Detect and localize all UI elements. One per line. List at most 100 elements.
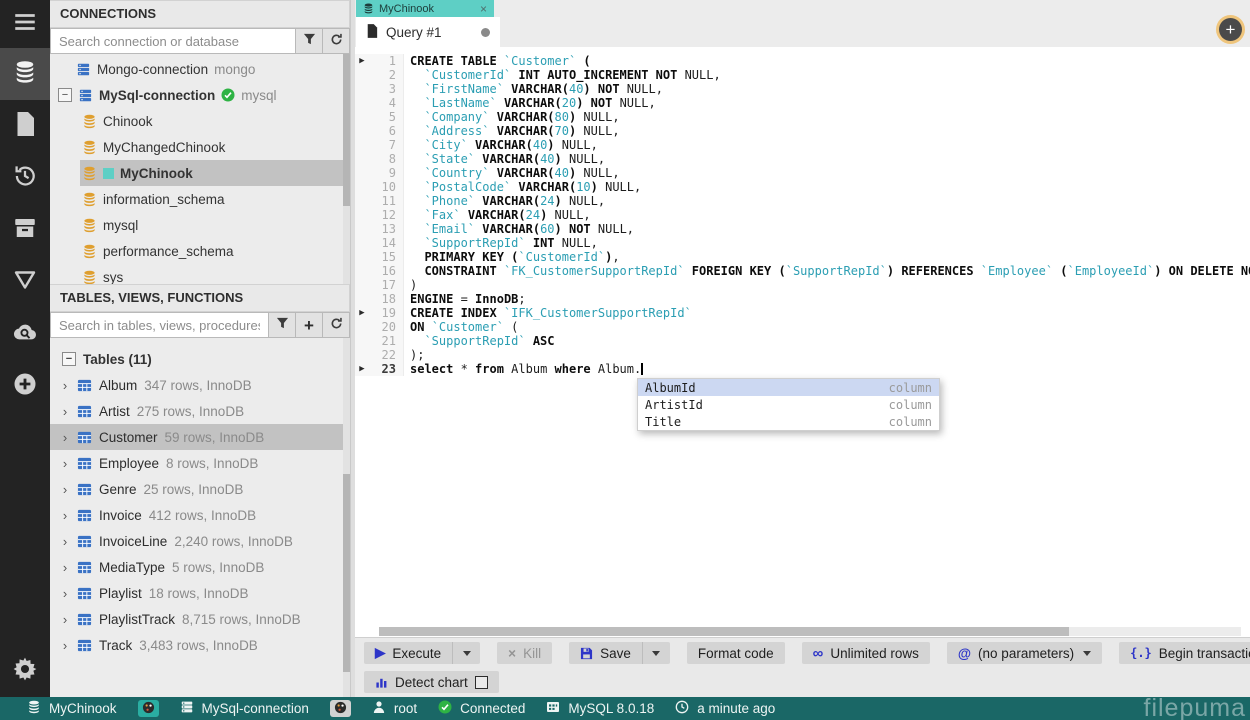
scrollbar-thumb[interactable] — [343, 54, 350, 206]
detect-chart-checkbox[interactable] — [474, 675, 488, 689]
chevron-right-icon[interactable]: › — [60, 508, 70, 523]
connection-item[interactable]: mysql — [80, 212, 350, 238]
rail-item-archive[interactable] — [0, 204, 50, 256]
close-icon[interactable]: × — [480, 3, 487, 15]
chevron-right-icon[interactable]: › — [60, 612, 70, 627]
run-line-icon[interactable]: ▶ — [355, 306, 369, 320]
code-line[interactable]: 17) — [355, 278, 1250, 292]
settings-button[interactable] — [0, 645, 50, 697]
tables-search-input[interactable] — [50, 312, 268, 338]
status-database[interactable]: MyChinook — [27, 700, 117, 717]
rail-item-files[interactable] — [0, 100, 50, 152]
code-line[interactable]: 8 `State` VARCHAR(40) NULL, — [355, 152, 1250, 166]
rail-item-filters[interactable] — [0, 256, 50, 308]
run-line-icon[interactable]: ▶ — [355, 362, 369, 376]
code-line[interactable]: 7 `City` VARCHAR(40) NULL, — [355, 138, 1250, 152]
code-line[interactable]: 12 `Fax` VARCHAR(24) NULL, — [355, 208, 1250, 222]
connection-color-button[interactable] — [329, 700, 351, 717]
tables-filter-button[interactable] — [268, 312, 295, 338]
table-item[interactable]: › InvoiceLine 2,240 rows, InnoDB — [50, 528, 350, 554]
chevron-right-icon[interactable]: › — [60, 482, 70, 497]
database-color-button[interactable] — [137, 700, 159, 717]
code-line[interactable]: ▶ 1 CREATE TABLE `Customer` ( — [355, 54, 1250, 68]
autocomplete-item[interactable]: ArtistId column — [638, 396, 939, 413]
connections-refresh-button[interactable] — [322, 28, 350, 54]
tab-connection[interactable]: MyChinook × — [356, 0, 494, 17]
chevron-right-icon[interactable]: › — [60, 378, 70, 393]
chevron-right-icon[interactable]: › — [60, 534, 70, 549]
code-line[interactable]: 4 `LastName` VARCHAR(20) NOT NULL, — [355, 96, 1250, 110]
parameters-button[interactable]: @ (no parameters) — [946, 642, 1103, 664]
code-line[interactable]: 10 `PostalCode` VARCHAR(10) NULL, — [355, 180, 1250, 194]
connections-scrollbar[interactable] — [343, 54, 350, 284]
tables-refresh-button[interactable] — [322, 312, 350, 338]
detect-chart-button[interactable]: Detect chart — [364, 671, 499, 693]
table-item[interactable]: › Customer 59 rows, InnoDB — [50, 424, 350, 450]
code-line[interactable]: 5 `Company` VARCHAR(80) NULL, — [355, 110, 1250, 124]
tables-add-button[interactable]: + — [295, 312, 322, 338]
status-connection[interactable]: MySql-connection — [180, 700, 309, 717]
sql-editor[interactable]: ▶ 1 CREATE TABLE `Customer` (2 `CustomerId… — [355, 47, 1250, 637]
chevron-right-icon[interactable]: › — [60, 560, 70, 575]
code-line[interactable]: ▶ 19 CREATE INDEX `IFK_CustomerSupportRepI… — [355, 306, 1250, 320]
code-line[interactable]: 14 `SupportRepId` INT NULL, — [355, 236, 1250, 250]
new-tab-button[interactable]: + — [1219, 18, 1242, 41]
table-item[interactable]: › Genre 25 rows, InnoDB — [50, 476, 350, 502]
rail-item-add[interactable] — [0, 360, 50, 412]
code-line[interactable]: 22); — [355, 348, 1250, 362]
table-item[interactable]: › Playlist 18 rows, InnoDB — [50, 580, 350, 606]
connection-item[interactable]: Mongo-connection mongo — [50, 56, 350, 82]
code-line[interactable]: ▶ 23 select * from Album where Album. — [355, 362, 1250, 376]
scrollbar-thumb[interactable] — [343, 474, 350, 672]
tables-group-row[interactable]: − Tables (11) — [50, 346, 350, 372]
chevron-right-icon[interactable]: › — [60, 586, 70, 601]
table-item[interactable]: › PlaylistTrack 8,715 rows, InnoDB — [50, 606, 350, 632]
execute-dropdown-button[interactable] — [452, 642, 481, 664]
collapse-icon[interactable]: − — [58, 88, 72, 102]
unlimited-rows-button[interactable]: ∞ Unlimited rows — [801, 642, 930, 664]
table-item[interactable]: › Track 3,483 rows, InnoDB — [50, 632, 350, 658]
code-line[interactable]: 15 PRIMARY KEY (`CustomerId`), — [355, 250, 1250, 264]
table-item[interactable]: › Album 347 rows, InnoDB — [50, 372, 350, 398]
chevron-right-icon[interactable]: › — [60, 430, 70, 445]
code-line[interactable]: 13 `Email` VARCHAR(60) NOT NULL, — [355, 222, 1250, 236]
save-dropdown-button[interactable] — [641, 642, 670, 664]
begin-transaction-button[interactable]: {.} Begin transaction — [1119, 642, 1250, 664]
code-line[interactable]: 18 ENGINE = InnoDB; — [355, 292, 1250, 306]
connection-item[interactable]: sys — [80, 264, 350, 284]
chevron-right-icon[interactable]: › — [60, 404, 70, 419]
menu-button[interactable] — [0, 0, 50, 48]
chevron-right-icon[interactable]: › — [60, 456, 70, 471]
execute-button[interactable]: ▶ Execute — [364, 642, 453, 664]
autocomplete-item[interactable]: Title column — [638, 413, 939, 430]
code-line[interactable]: 9 `Country` VARCHAR(40) NULL, — [355, 166, 1250, 180]
editor-horizontal-scrollbar[interactable] — [379, 627, 1241, 636]
code-line[interactable]: 6 `Address` VARCHAR(70) NULL, — [355, 124, 1250, 138]
connection-item[interactable]: − MySql-connection mysql — [50, 82, 350, 108]
code-line[interactable]: 3 `FirstName` VARCHAR(40) NOT NULL, — [355, 82, 1250, 96]
rail-item-cloud-search[interactable] — [0, 308, 50, 360]
connection-item[interactable]: performance_schema — [80, 238, 350, 264]
kill-button[interactable]: × Kill — [497, 642, 553, 664]
table-item[interactable]: › Artist 275 rows, InnoDB — [50, 398, 350, 424]
autocomplete-item[interactable]: AlbumId column — [638, 379, 939, 396]
run-line-icon[interactable]: ▶ — [355, 54, 369, 68]
connection-item[interactable]: information_schema — [80, 186, 350, 212]
connection-item[interactable]: MyChinook — [80, 160, 350, 186]
rail-item-database[interactable] — [0, 48, 50, 100]
table-item[interactable]: › Invoice 412 rows, InnoDB — [50, 502, 350, 528]
scrollbar-thumb[interactable] — [379, 627, 1069, 636]
code-line[interactable]: 2 `CustomerId` INT AUTO_INCREMENT NOT NU… — [355, 68, 1250, 82]
table-item[interactable]: › Employee 8 rows, InnoDB — [50, 450, 350, 476]
code-line[interactable]: 16 CONSTRAINT `FK_CustomerSupportRepId` … — [355, 264, 1250, 278]
tables-scrollbar[interactable] — [343, 338, 350, 697]
collapse-icon[interactable]: − — [62, 352, 76, 366]
connections-filter-button[interactable] — [295, 28, 322, 54]
format-code-button[interactable]: Format code — [686, 642, 785, 664]
code-line[interactable]: 20 ON `Customer` ( — [355, 320, 1250, 334]
connection-item[interactable]: MyChangedChinook — [80, 134, 350, 160]
connection-item[interactable]: Chinook — [80, 108, 350, 134]
code-line[interactable]: 11 `Phone` VARCHAR(24) NULL, — [355, 194, 1250, 208]
save-button[interactable]: Save — [569, 642, 642, 664]
chevron-right-icon[interactable]: › — [60, 638, 70, 653]
